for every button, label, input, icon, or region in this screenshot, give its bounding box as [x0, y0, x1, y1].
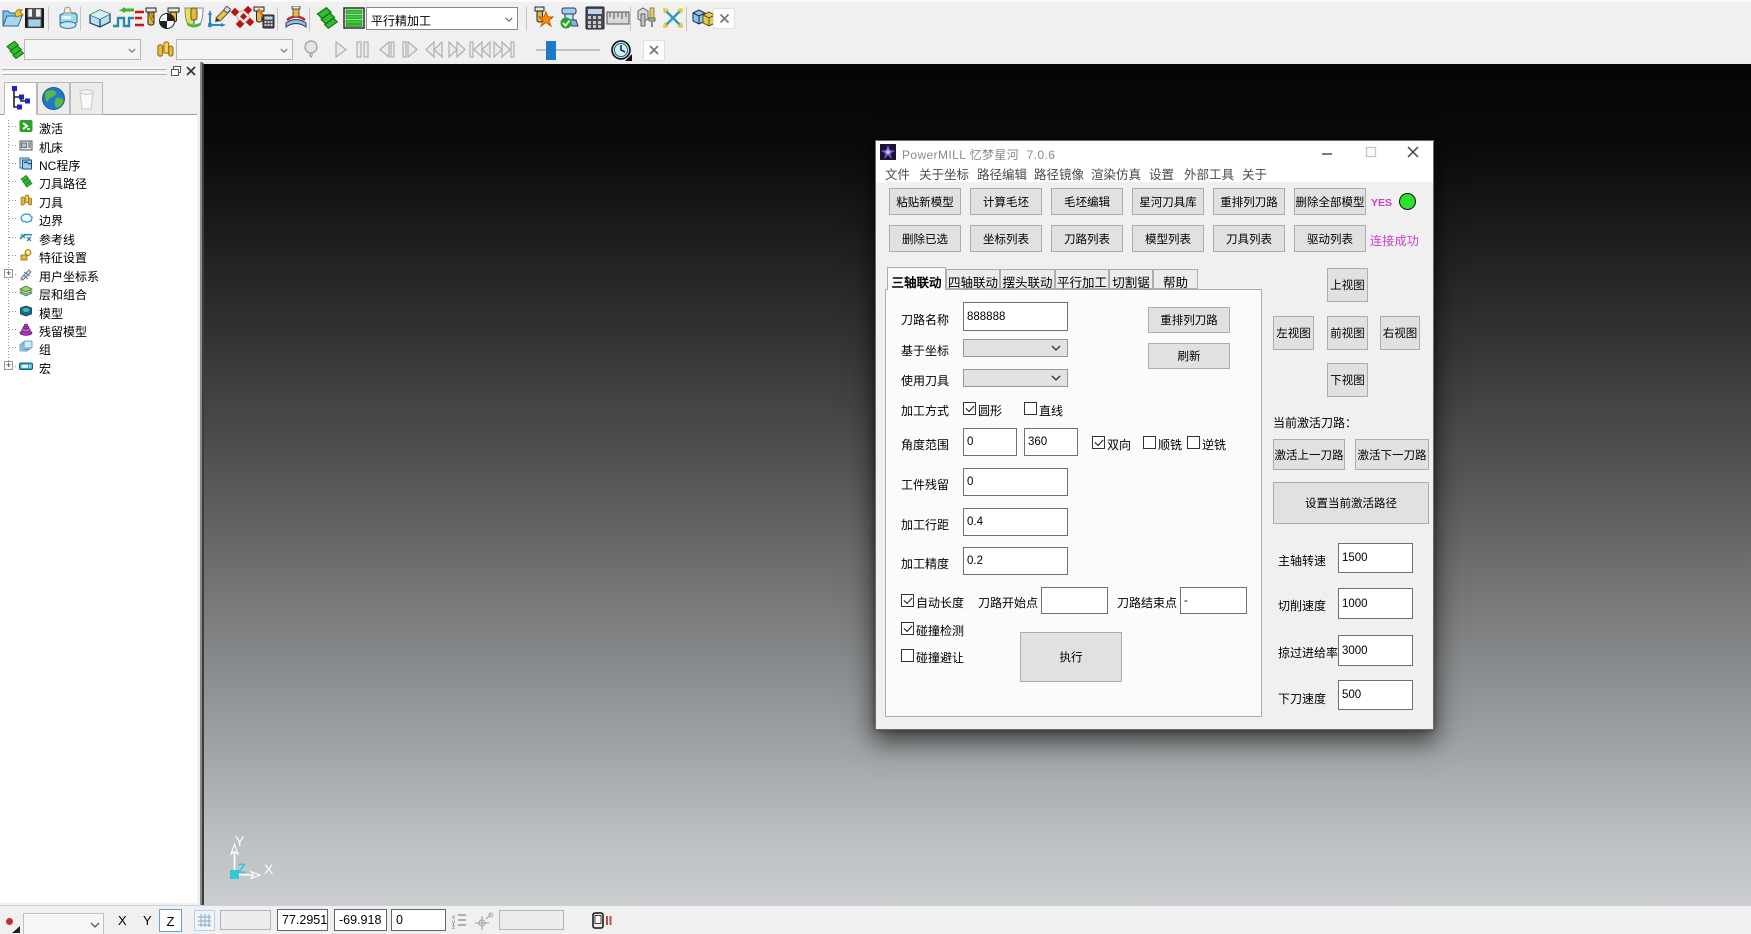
svg-text:X: X [264, 861, 274, 877]
svg-text:z: z [452, 925, 455, 929]
svg-text:Y: Y [235, 833, 245, 849]
